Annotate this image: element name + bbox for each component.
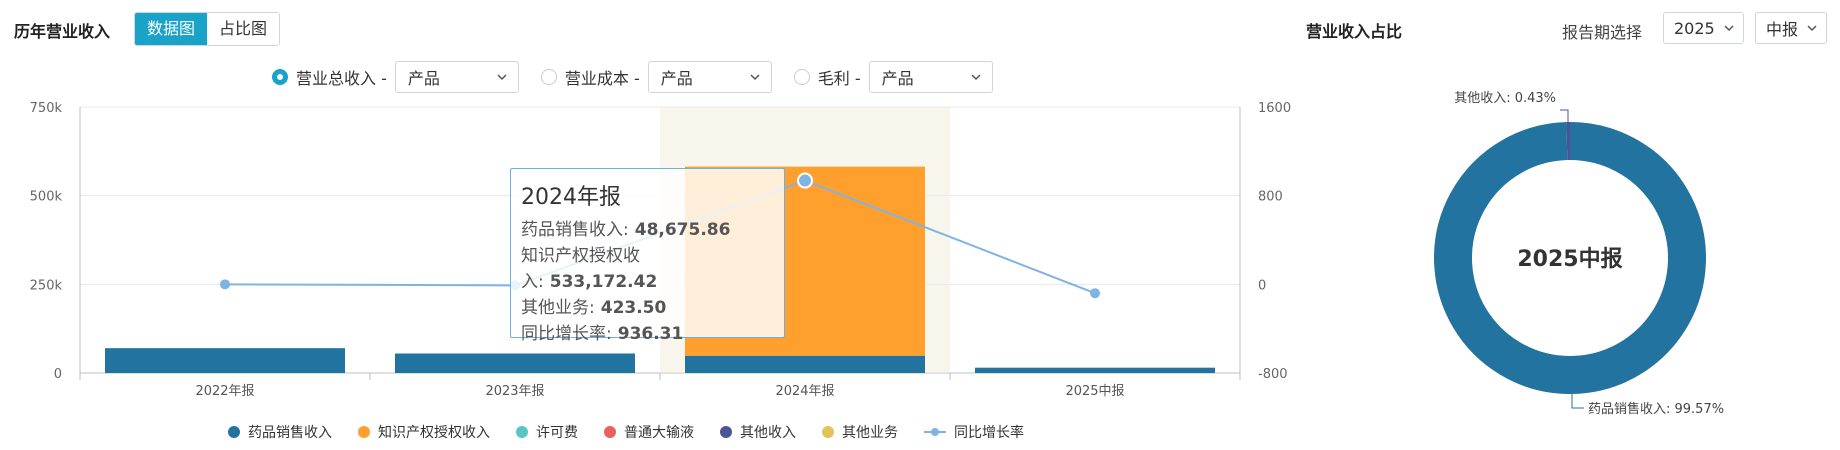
- legend-item[interactable]: 普通大输液: [604, 422, 694, 442]
- label-leader-drug-sales: [1571, 394, 1584, 409]
- legend-item[interactable]: 同比增长率: [924, 422, 1024, 442]
- growth-point-3: [1090, 288, 1100, 299]
- legend-label: 同比增长率: [954, 425, 1024, 441]
- legend-marker: [516, 426, 528, 438]
- growth-point-0: [220, 279, 230, 290]
- tooltip-row-ip-license: 知识产权授权收入: 533,172.42: [521, 246, 658, 292]
- y-left-tick-label: 250k: [30, 278, 63, 293]
- legend-label: 其他收入: [740, 425, 796, 441]
- legend-label: 其他业务: [842, 425, 898, 441]
- legend-item[interactable]: 其他业务: [822, 422, 898, 442]
- bar-0-1: [395, 353, 635, 373]
- chart-tooltip: 2024年报 药品销售收入: 48,675.86 知识产权授权收入: 533,172…: [510, 168, 785, 344]
- slice-label-other-income: 其他收入: 0.43%: [1454, 91, 1556, 106]
- tooltip-row-other-business: 其他业务: 423.50: [521, 298, 667, 318]
- y-right-tick-label: 800: [1258, 190, 1283, 205]
- legend-marker: [228, 426, 240, 438]
- bar-0-2: [685, 355, 925, 373]
- tooltip-row-drug-sales: 药品销售收入: 48,675.86: [521, 220, 731, 240]
- legend-item[interactable]: 知识产权授权收入: [358, 422, 490, 442]
- y-right-tick-label: 1600: [1258, 101, 1291, 116]
- y-right-tick-label: 0: [1258, 278, 1266, 293]
- legend-label: 药品销售收入: [248, 425, 332, 441]
- legend-marker: [822, 426, 834, 438]
- legend-item[interactable]: 其他收入: [720, 422, 796, 442]
- x-tick-label: 2022年报: [195, 384, 254, 399]
- x-tick-label: 2023年报: [485, 384, 544, 399]
- legend-item[interactable]: 许可费: [516, 422, 578, 442]
- tooltip-title: 2024年报: [521, 185, 621, 210]
- bar-0-0: [105, 348, 345, 373]
- growth-point-2: [797, 172, 813, 189]
- y-left-tick-label: 500k: [30, 190, 63, 205]
- y-right-tick-label: -800: [1258, 367, 1288, 382]
- legend-line-marker: [924, 428, 946, 436]
- bar-0-3: [975, 367, 1215, 373]
- legend-item[interactable]: 药品销售收入: [228, 422, 332, 442]
- legend-marker: [358, 426, 370, 438]
- legend-marker: [720, 426, 732, 438]
- legend-marker: [604, 426, 616, 438]
- legend-label: 普通大输液: [624, 425, 694, 441]
- revenue-ratio-donut: 2025中报 其他收入: 0.43% 药品销售收入: 99.57%: [1434, 91, 1724, 417]
- y-left-tick-label: 0: [54, 367, 62, 382]
- tooltip-row-growth-rate: 同比增长率: 936.31: [521, 324, 684, 344]
- y-left-tick-label: 750k: [30, 101, 63, 116]
- donut-center-label: 2025中报: [1517, 247, 1622, 272]
- x-tick-label: 2024年报: [775, 384, 834, 399]
- legend-label: 许可费: [536, 425, 578, 441]
- x-tick-label: 2025中报: [1065, 384, 1124, 399]
- slice-label-drug-sales: 药品销售收入: 99.57%: [1588, 401, 1724, 417]
- chart-legend: 药品销售收入 知识产权授权收入 许可费 普通大输液 其他收入 其他业务 同比增长率: [228, 422, 1024, 442]
- bar-5-2: [685, 166, 925, 167]
- legend-label: 知识产权授权收入: [378, 425, 490, 441]
